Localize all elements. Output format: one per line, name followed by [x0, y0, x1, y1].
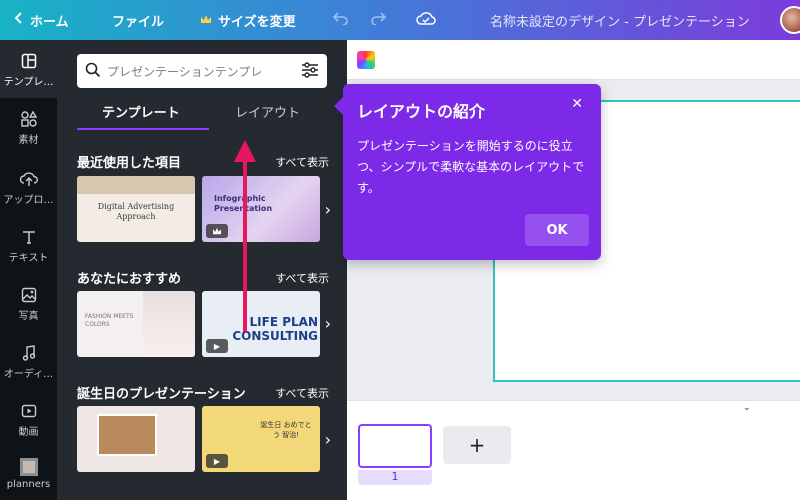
thumb-decoration [77, 176, 195, 194]
nav-item-text[interactable]: テキスト [0, 228, 57, 264]
file-menu[interactable]: ファイル [112, 11, 164, 30]
color-picker-icon[interactable] [357, 51, 375, 69]
redo-icon [370, 11, 387, 29]
nav-item-photos[interactable]: 写真 [0, 286, 57, 322]
left-nav: テンプレ… 素材 アップロ… テキスト 写真 オーディ… 動画 planners [0, 40, 57, 500]
section-title: 誕生日のプレゼンテーション [77, 387, 246, 402]
popup-pointer [334, 96, 344, 116]
nav-label-text: テキスト [8, 253, 49, 264]
see-all-link[interactable]: すべて表示 [275, 385, 329, 401]
add-page-button[interactable]: + [443, 426, 511, 464]
template-thumbnail[interactable]: Digital Advertising Approach [77, 176, 195, 242]
section-title: 最近使用した項目 [77, 156, 182, 171]
crown-icon [200, 13, 212, 28]
thumb-title: Digital Advertising Approach [97, 202, 175, 221]
avatar[interactable] [780, 6, 800, 34]
thumb-title: 誕生日 おめでとう 智治! [260, 421, 312, 439]
nav-item-planners[interactable]: planners [0, 458, 57, 490]
redo-button[interactable] [370, 11, 387, 29]
template-thumbnail[interactable]: Infographic Presentation [202, 176, 320, 242]
section-title: あなたにおすすめ [77, 272, 182, 287]
top-bar: ホーム ファイル サイズを変更 名称未設定のデザイン - プレゼンテーション [0, 0, 800, 40]
play-badge-icon: ▶ [206, 454, 228, 468]
home-button[interactable]: ホーム [14, 11, 69, 30]
video-icon [20, 402, 38, 420]
text-icon [20, 228, 38, 246]
nav-label-photos: 写真 [18, 311, 39, 322]
file-label: ファイル [112, 14, 165, 30]
ok-button[interactable]: OK [525, 214, 589, 246]
play-badge-icon: ▶ [206, 339, 228, 353]
audio-icon [20, 344, 38, 362]
panel-tabs: テンプレート レイアウト [77, 98, 327, 130]
crown-badge [206, 224, 228, 238]
home-label: ホーム [30, 14, 69, 30]
resize-button[interactable]: サイズを変更 [200, 11, 296, 30]
photo-icon [20, 286, 38, 304]
chevron-right-icon[interactable]: › [325, 430, 331, 449]
layout-intro-popup: レイアウトの紹介 ✕ プレゼンテーションを開始するのに役立つ、シンプルで柔軟な基… [334, 84, 601, 260]
nav-item-uploads[interactable]: アップロ… [0, 170, 57, 206]
template-thumbnail[interactable]: LIFE PLAN CONSULTING ▶ [202, 291, 320, 357]
see-all-link[interactable]: すべて表示 [275, 154, 329, 170]
chevron-right-icon[interactable]: › [325, 200, 331, 219]
tab-templates[interactable]: テンプレート [102, 102, 180, 121]
search-icon [85, 62, 101, 81]
thumb-photo [97, 414, 157, 456]
template-icon [20, 52, 38, 70]
section-recent: 最近使用した項目 すべて表示 [77, 152, 329, 172]
nav-label-video: 動画 [18, 427, 39, 438]
close-icon[interactable]: ✕ [571, 96, 583, 112]
filter-icon[interactable] [301, 61, 319, 81]
nav-item-elements[interactable]: 素材 [0, 110, 57, 146]
nav-item-templates[interactable]: テンプレ… [0, 40, 57, 98]
chevron-left-icon [14, 12, 24, 28]
undo-icon [332, 11, 349, 29]
upload-icon [19, 170, 38, 188]
templates-panel: プレゼンテーションテンプレ テンプレート レイアウト 最近使用した項目 すべて表… [57, 40, 347, 500]
nav-label-templates: テンプレ… [3, 77, 54, 88]
active-tab-indicator [77, 128, 209, 130]
elements-icon [20, 110, 38, 128]
chevron-down-icon[interactable]: ⌄ [743, 403, 751, 413]
see-all-link[interactable]: すべて表示 [275, 270, 329, 286]
tab-layout[interactable]: レイアウト [235, 102, 300, 121]
template-thumbnail[interactable]: FASHION MEETS COLORS [77, 291, 195, 357]
section-birthday: 誕生日のプレゼンテーション すべて表示 [77, 383, 329, 403]
search-placeholder: プレゼンテーションテンプレ [107, 64, 263, 79]
undo-button[interactable] [332, 11, 349, 29]
cloud-check-icon [416, 11, 436, 29]
design-title[interactable]: 名称未設定のデザイン - プレゼンテーション [490, 11, 750, 30]
popup-title: レイアウトの紹介 [357, 102, 486, 121]
template-thumbnail[interactable]: 誕生日 おめでとう 智治! ▶ [202, 406, 320, 472]
annotation-arrow-icon [234, 140, 256, 332]
nav-label-elements: 素材 [18, 135, 39, 146]
page-strip: ⌄ 1 + [347, 400, 800, 500]
canvas-toolbar [347, 40, 800, 80]
template-thumbnail[interactable] [77, 406, 195, 472]
nav-label-uploads: アップロ… [3, 195, 54, 206]
popup-body: プレゼンテーションを開始するのに役立つ、シンプルで柔軟な基本のレイアウトです。 [357, 139, 585, 195]
planners-icon [19, 458, 38, 476]
nav-item-audio[interactable]: オーディ… [0, 344, 57, 380]
nav-label-audio: オーディ… [3, 369, 54, 380]
page-thumbnail[interactable] [358, 424, 432, 468]
section-recommended: あなたにおすすめ すべて表示 [77, 268, 329, 288]
save-status-button[interactable] [416, 11, 436, 29]
nav-label-planners: planners [6, 479, 51, 490]
chevron-right-icon[interactable]: › [325, 314, 331, 333]
page-number: 1 [358, 470, 432, 485]
thumb-title: FASHION MEETS COLORS [85, 313, 134, 328]
search-input[interactable]: プレゼンテーションテンプレ [77, 54, 327, 88]
nav-item-video[interactable]: 動画 [0, 402, 57, 438]
thumb-photo [143, 291, 195, 357]
resize-label: サイズを変更 [218, 14, 296, 30]
